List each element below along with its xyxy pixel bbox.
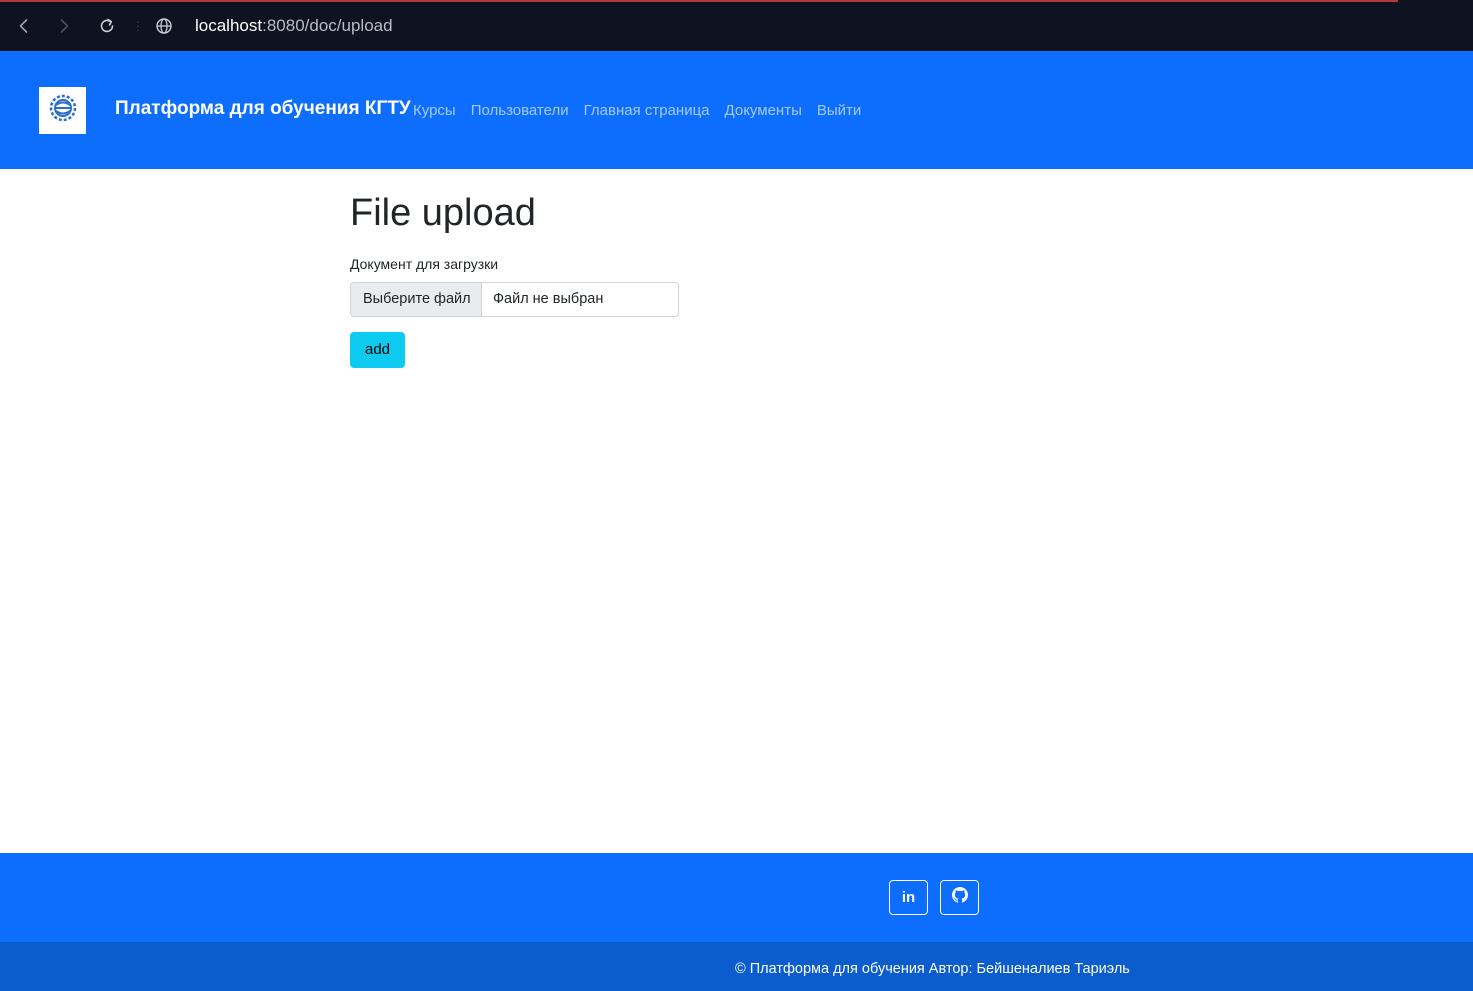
github-button[interactable] (940, 880, 979, 915)
chrome-separator: ⋮ (132, 19, 144, 33)
github-icon (951, 887, 968, 908)
brand-title[interactable]: Платформа для обучения КГТУ (115, 98, 411, 120)
copyright-text: © Платформа для обучения Автор: Бейшенал… (735, 961, 1130, 977)
url-path: :8080/doc/upload (262, 16, 393, 35)
address-bar[interactable]: localhost:8080/doc/upload (195, 16, 393, 36)
file-field-label: Документ для загрузки (350, 256, 499, 272)
nav-link-users[interactable]: Пользователи (471, 101, 569, 121)
logo[interactable] (39, 87, 86, 134)
choose-file-button[interactable]: Выберите файл (351, 283, 482, 316)
nav-link-documents[interactable]: Документы (725, 101, 802, 121)
forward-arrow-icon[interactable] (51, 13, 77, 39)
linkedin-button[interactable]: in (889, 880, 928, 915)
back-arrow-icon[interactable] (11, 13, 37, 39)
nav-link-logout[interactable]: Выйти (817, 101, 861, 121)
main-content: File upload Документ для загрузки Выбери… (350, 190, 1050, 368)
navbar: Платформа для обучения КГТУ Курсы Пользо… (0, 51, 1473, 169)
nav-link-courses[interactable]: Курсы (413, 101, 456, 121)
url-host: localhost (195, 16, 263, 35)
page-title: File upload (350, 192, 536, 234)
footer-copyright-bar: © Платформа для обучения Автор: Бейшенал… (0, 942, 1473, 991)
chrome-top-line (0, 0, 1398, 2)
globe-icon[interactable] (151, 13, 177, 39)
logo-gear-icon (48, 93, 78, 128)
nav-link-home[interactable]: Главная страница (584, 101, 710, 121)
browser-chrome: ⋮ localhost:8080/doc/upload (0, 0, 1473, 51)
add-button[interactable]: add (350, 332, 405, 368)
file-input[interactable]: Выберите файл Файл не выбран (350, 282, 679, 317)
file-status-text: Файл не выбран (493, 291, 604, 307)
reload-icon[interactable] (94, 13, 120, 39)
linkedin-icon: in (901, 889, 916, 906)
footer-social-bar: in (0, 853, 1473, 942)
nav-links: Курсы Пользователи Главная страница Доку… (413, 101, 861, 121)
